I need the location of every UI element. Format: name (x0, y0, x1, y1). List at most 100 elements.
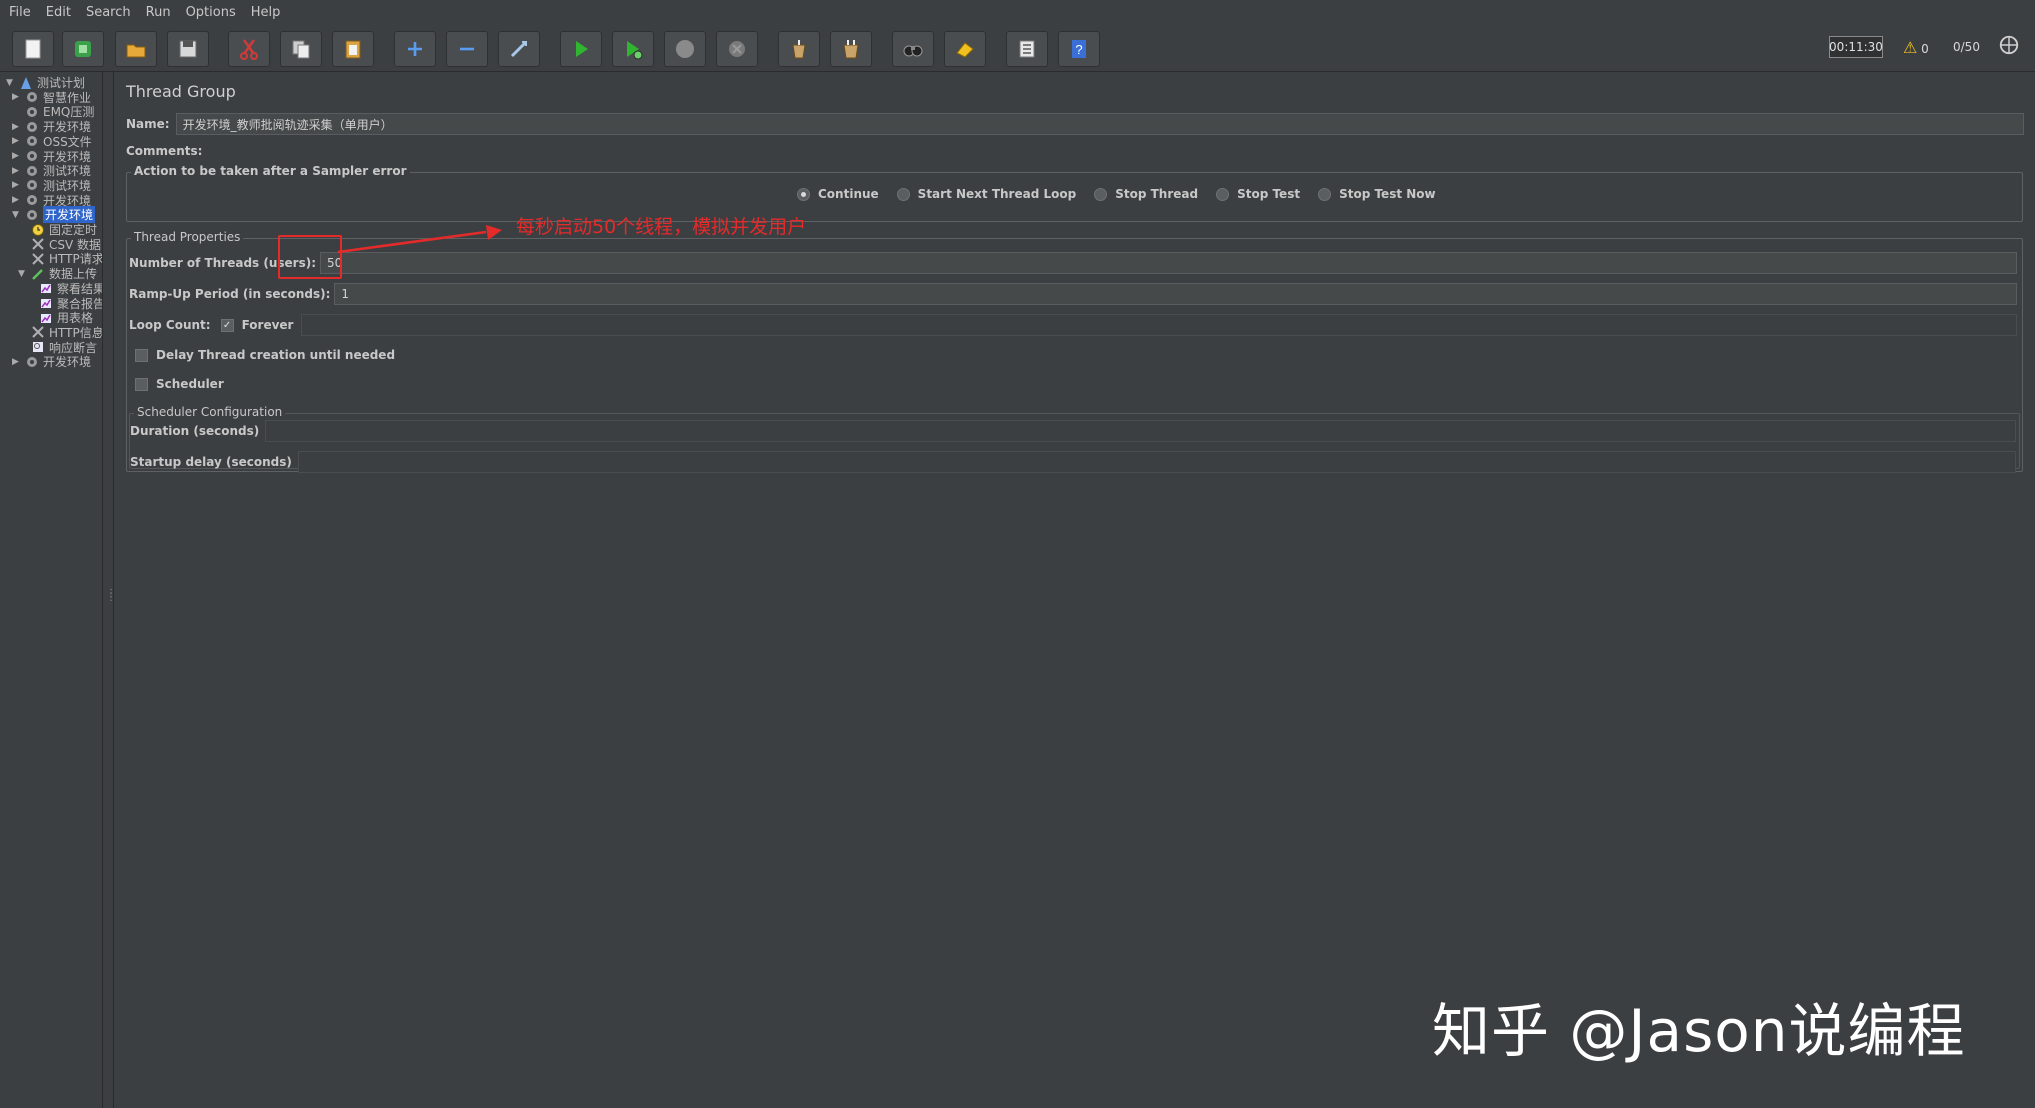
radio-stop-thread[interactable]: Stop Thread (1094, 187, 1198, 201)
radio-stop-test[interactable]: Stop Test (1216, 187, 1300, 201)
open-icon (126, 44, 146, 58)
search-button[interactable] (892, 31, 934, 67)
function-helper-button[interactable] (1006, 31, 1048, 67)
copy-button[interactable] (280, 31, 322, 67)
forever-checkbox[interactable]: ✓ Forever (220, 318, 294, 332)
name-input[interactable]: 开发环境_教师批阅轨迹采集（单用户） (175, 113, 2024, 135)
start-button[interactable] (560, 31, 602, 67)
radio-dot (1318, 187, 1332, 201)
toggle-button[interactable] (498, 31, 540, 67)
clear-all-icon (843, 40, 859, 59)
menu-run[interactable]: Run (137, 5, 177, 20)
reset-search-icon (956, 42, 974, 58)
menu-help[interactable]: Help (242, 5, 287, 20)
templates-icon (75, 41, 91, 57)
svg-text:?: ? (1075, 42, 1082, 57)
loop-count-row: Loop Count: ✓ Forever (129, 314, 2017, 336)
annotation-text: 每秒启动50个线程，模拟并发用户 (516, 216, 807, 238)
num-threads-input[interactable]: 50 (320, 252, 2017, 274)
menu-options[interactable]: Options (177, 5, 242, 20)
watermark: 知乎 @Jason说编程 (1432, 997, 1966, 1065)
comments-input[interactable] (208, 141, 2024, 161)
checkbox-box (135, 377, 148, 391)
expand-arrow-icon[interactable]: ▼ (18, 269, 30, 279)
tree-item[interactable]: ▶ 开发环境 (12, 352, 91, 371)
delay-thread-checkbox[interactable]: Delay Thread creation until needed (135, 348, 395, 362)
loop-count-label: Loop Count: (129, 318, 211, 332)
scheduler-checkbox[interactable]: Scheduler (135, 377, 224, 391)
clear-button[interactable] (778, 31, 820, 67)
scheduler-config-legend: Scheduler Configuration (134, 405, 286, 419)
collapse-arrow-icon[interactable]: ▶ (12, 166, 24, 176)
expand-button[interactable] (394, 31, 436, 67)
menu-search[interactable]: Search (77, 5, 137, 20)
radio-continue[interactable]: Continue (797, 187, 879, 201)
collapse-icon (460, 47, 474, 51)
name-label: Name: (126, 117, 170, 131)
remote-status (1998, 34, 2020, 59)
radio-label: Start Next Thread Loop (917, 187, 1077, 201)
radio-start-next-thread-loop[interactable]: Start Next Thread Loop (896, 187, 1077, 201)
collapse-arrow-icon[interactable]: ▶ (12, 151, 24, 161)
start-no-timers-button[interactable] (612, 31, 654, 67)
menu-edit[interactable]: Edit (37, 5, 77, 20)
rampup-row: Ramp-Up Period (in seconds): 1 (129, 283, 2017, 305)
duration-input[interactable] (265, 420, 2016, 442)
collapse-arrow-icon[interactable]: ▶ (12, 357, 24, 367)
tree-item-label: 开发环境 (43, 355, 92, 370)
paste-icon (345, 40, 361, 59)
shutdown-button[interactable] (716, 31, 758, 67)
templates-button[interactable] (62, 31, 104, 67)
forever-label: Forever (241, 318, 294, 332)
collapse-arrow-icon[interactable]: ▶ (12, 122, 24, 132)
warning-count: 0 (1921, 42, 1929, 56)
collapse-arrow-icon[interactable]: ▶ (12, 136, 24, 146)
help-button[interactable]: ? (1058, 31, 1100, 67)
shutdown-icon (729, 41, 745, 57)
collapse-button[interactable] (446, 31, 488, 67)
clear-icon (792, 40, 806, 59)
cut-button[interactable] (228, 31, 270, 67)
rampup-input[interactable]: 1 (334, 283, 2017, 305)
check-icon: ✓ (220, 318, 234, 332)
expand-icon (408, 42, 422, 56)
collapse-arrow-icon[interactable]: ▶ (12, 195, 24, 205)
reset-search-button[interactable] (944, 31, 986, 67)
menu-file[interactable]: File (0, 5, 37, 20)
search-icon (903, 45, 923, 57)
startup-delay-label: Startup delay (seconds) (130, 455, 292, 469)
radio-dot (1094, 187, 1108, 201)
cut-icon (240, 39, 258, 60)
warning-indicator[interactable]: ⚠ 0 (1903, 38, 1929, 57)
warning-icon: ⚠ (1903, 38, 1918, 57)
new-icon (25, 39, 41, 59)
expand-arrow-icon[interactable]: ▼ (12, 210, 24, 220)
open-button[interactable] (115, 31, 157, 67)
stop-button[interactable] (664, 31, 706, 67)
sampler-error-group: Action to be taken after a Sampler error… (126, 164, 2023, 222)
startup-delay-row: Startup delay (seconds) (130, 451, 2016, 473)
paste-button[interactable] (332, 31, 374, 67)
save-button[interactable] (167, 31, 209, 67)
name-row: Name: 开发环境_教师批阅轨迹采集（单用户） (126, 113, 2024, 135)
clear-all-button[interactable] (830, 31, 872, 67)
new-button[interactable] (12, 31, 54, 67)
radio-dot (896, 187, 910, 201)
gear-icon (24, 354, 40, 370)
active-threads: 0/50 (1953, 40, 1980, 54)
scheduler-row: Scheduler (135, 373, 224, 395)
loop-count-input[interactable] (301, 314, 2017, 336)
globe-icon (1999, 35, 2019, 55)
expand-arrow-icon[interactable]: ▼ (6, 78, 18, 88)
radio-stop-test-now[interactable]: Stop Test Now (1318, 187, 1436, 201)
comments-label: Comments: (126, 144, 203, 158)
duration-row: Duration (seconds) (130, 420, 2016, 442)
collapse-arrow-icon[interactable]: ▶ (12, 92, 24, 102)
radio-label: Stop Test Now (1339, 187, 1436, 201)
collapse-arrow-icon[interactable]: ▶ (12, 180, 24, 190)
radio-dot (1216, 187, 1230, 201)
sampler-error-options: Continue Start Next Thread Loop Stop Thr… (797, 187, 1454, 201)
startup-delay-input[interactable] (297, 451, 2016, 473)
start-icon (576, 41, 588, 57)
thread-properties-legend: Thread Properties (131, 230, 244, 244)
